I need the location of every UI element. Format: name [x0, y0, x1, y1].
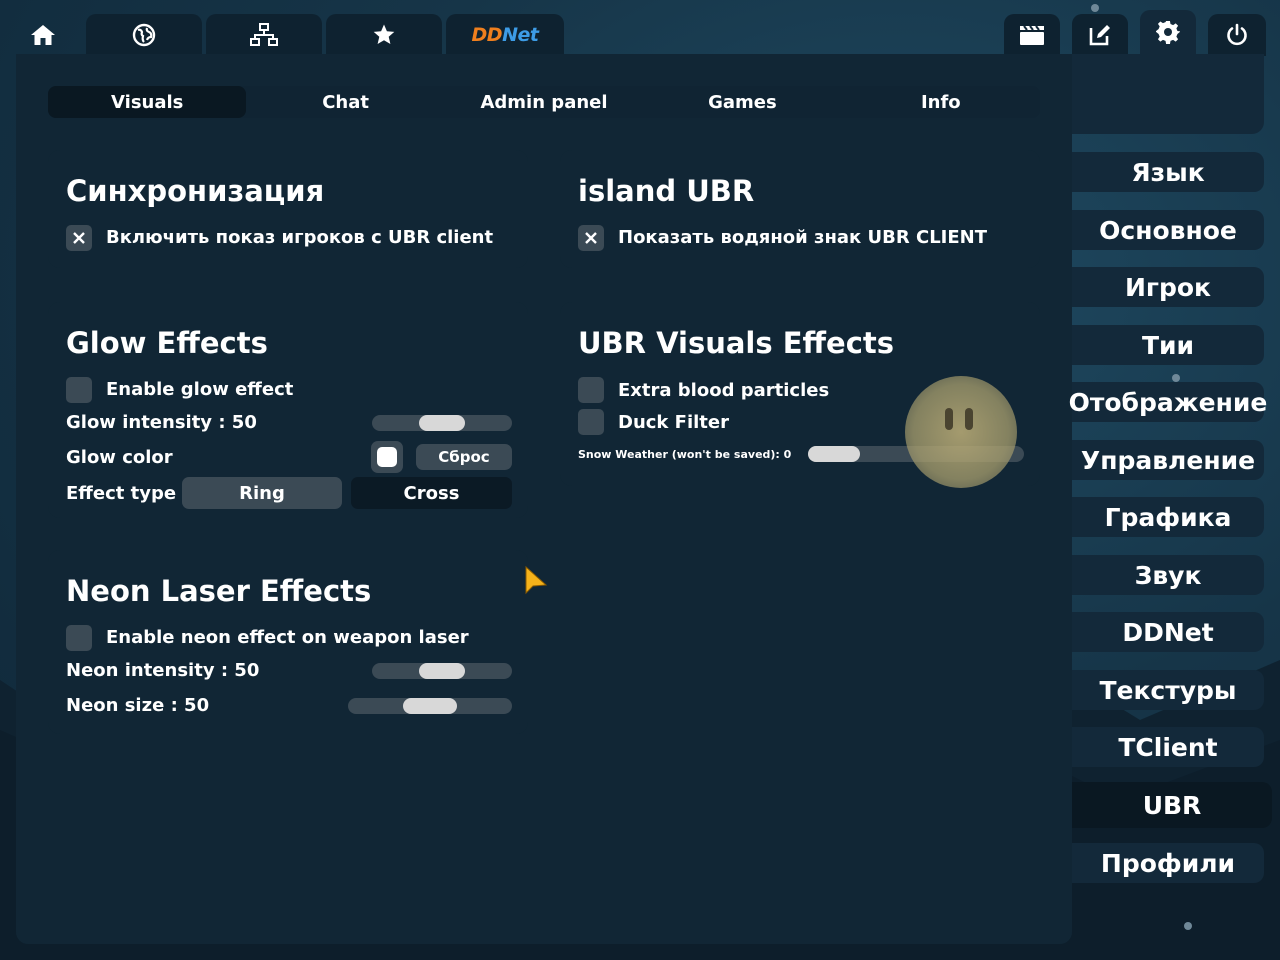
- globe-icon: [132, 23, 156, 47]
- neon-size-thumb[interactable]: [403, 698, 457, 714]
- check-x-icon: [585, 232, 597, 244]
- side-item-appearance[interactable]: Отображение: [1069, 382, 1267, 422]
- sync-card: Синхронизация Включить показ игроков с U…: [48, 150, 528, 268]
- side-panel-header: [1072, 54, 1264, 134]
- power-icon: [1227, 23, 1247, 46]
- mouse-cursor-icon: [525, 565, 548, 595]
- quit-button[interactable]: [1208, 14, 1266, 56]
- side-item-profiles[interactable]: Профили: [1072, 843, 1264, 883]
- glow-color-picker[interactable]: [371, 441, 403, 473]
- neon-intensity-thumb[interactable]: [419, 663, 465, 679]
- glow-color-label: Glow color: [66, 447, 173, 468]
- blood-checkbox[interactable]: [578, 377, 604, 403]
- side-item-tee[interactable]: Тии: [1072, 325, 1264, 365]
- effect-type-label: Effect type: [66, 483, 177, 504]
- glow-enable-checkbox[interactable]: [66, 377, 92, 403]
- glow-intensity-slider[interactable]: [372, 415, 512, 431]
- side-item-language[interactable]: Язык: [1072, 152, 1264, 192]
- neon-size-label: Neon size : 50: [66, 695, 210, 716]
- effect-type-cross-button[interactable]: Cross: [351, 477, 512, 509]
- glow-color-reset-button[interactable]: Сброс: [416, 444, 512, 470]
- home-icon: [31, 25, 55, 45]
- demos-button[interactable]: [1004, 14, 1060, 56]
- sync-checkbox-label: Включить показ игроков с UBR client: [106, 227, 494, 248]
- side-item-general[interactable]: Основное: [1072, 210, 1264, 250]
- lan-servers-button[interactable]: [206, 14, 322, 56]
- effect-type-ring-button[interactable]: Ring: [182, 477, 342, 509]
- moon-eye-right: [965, 408, 973, 430]
- ddnet-button[interactable]: DDNet: [446, 14, 564, 56]
- check-x-icon: [73, 232, 85, 244]
- glow-color-preview: [377, 447, 397, 467]
- glow-intensity-label: Glow intensity : 50: [66, 412, 257, 433]
- snow-weather-thumb[interactable]: [808, 446, 860, 462]
- editor-button[interactable]: [1072, 14, 1128, 56]
- glow-intensity-thumb[interactable]: [419, 415, 465, 431]
- gear-icon: [1156, 20, 1180, 44]
- glow-enable-label: Enable glow effect: [106, 379, 294, 400]
- side-item-controls[interactable]: Управление: [1072, 440, 1264, 480]
- side-item-graphics[interactable]: Графика: [1072, 497, 1264, 537]
- moon-face-decoration: [905, 376, 1017, 488]
- star-icon: [373, 24, 395, 44]
- side-item-ddnet[interactable]: DDNet: [1072, 612, 1264, 652]
- watermark-checkbox-label: Показать водяной знак UBR CLIENT: [618, 227, 988, 248]
- watermark-checkbox[interactable]: [578, 225, 604, 251]
- tab-admin-panel[interactable]: Admin panel: [445, 86, 643, 118]
- blood-label: Extra blood particles: [618, 380, 830, 401]
- moon-eye-left: [945, 408, 953, 430]
- neon-enable-label: Enable neon effect on weapon laser: [106, 627, 469, 648]
- neon-size-slider[interactable]: [348, 698, 512, 714]
- internet-servers-button[interactable]: [86, 14, 202, 56]
- side-item-textures[interactable]: Текстуры: [1072, 670, 1264, 710]
- editor-icon: [1089, 25, 1110, 46]
- ubr-tabs: Visuals Chat Admin panel Games Info: [48, 86, 1040, 118]
- side-item-player[interactable]: Игрок: [1072, 267, 1264, 307]
- snow-weather-label: Snow Weather (won't be saved): 0: [578, 448, 792, 461]
- tab-info[interactable]: Info: [842, 86, 1040, 118]
- duck-filter-label: Duck Filter: [618, 412, 729, 433]
- demo-clapper-icon: [1020, 25, 1044, 45]
- tab-games[interactable]: Games: [643, 86, 841, 118]
- neon-laser-card: Neon Laser Effects Enable neon effect on…: [48, 550, 528, 734]
- side-item-tclient[interactable]: TClient: [1072, 727, 1264, 767]
- glow-title: Glow Effects: [66, 326, 268, 360]
- neon-intensity-slider[interactable]: [372, 663, 512, 679]
- favorites-button[interactable]: [326, 14, 442, 56]
- duck-filter-checkbox[interactable]: [578, 409, 604, 435]
- side-item-sound[interactable]: Звук: [1072, 555, 1264, 595]
- neon-enable-checkbox[interactable]: [66, 625, 92, 651]
- settings-button[interactable]: [1140, 10, 1196, 54]
- ddnet-logo: DDNet: [471, 24, 539, 46]
- neon-title: Neon Laser Effects: [66, 574, 372, 608]
- home-button[interactable]: [16, 14, 70, 56]
- neon-intensity-label: Neon intensity : 50: [66, 660, 260, 681]
- sync-title: Синхронизация: [66, 174, 325, 208]
- side-item-ubr[interactable]: UBR: [1072, 782, 1272, 828]
- sync-checkbox[interactable]: [66, 225, 92, 251]
- ubr-visuals-title: UBR Visuals Effects: [578, 326, 895, 360]
- glow-effects-card: Glow Effects Enable glow effect Glow int…: [48, 302, 528, 518]
- network-icon: [250, 23, 278, 46]
- tab-visuals[interactable]: Visuals: [48, 86, 247, 118]
- island-ubr-card: island UBR Показать водяной знак UBR CLI…: [560, 150, 1040, 268]
- island-title: island UBR: [578, 174, 755, 208]
- tab-chat[interactable]: Chat: [246, 86, 444, 118]
